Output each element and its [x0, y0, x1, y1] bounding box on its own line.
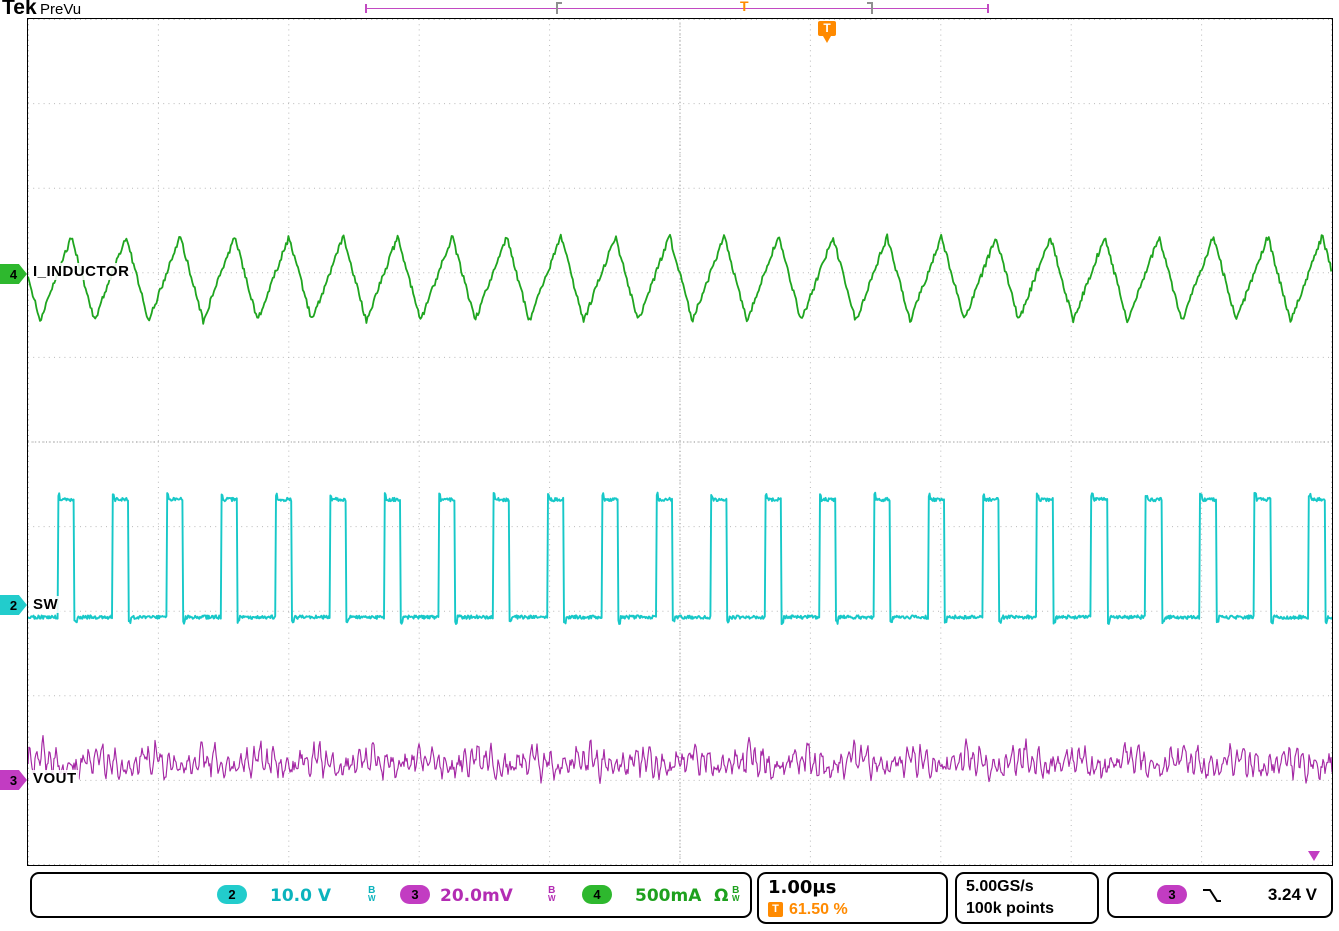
falling-edge-icon — [1201, 886, 1223, 911]
channel-readouts-box: 2 10.0 V B W 3 20.0mV B W 4 500mA Ω B W — [30, 872, 752, 918]
label-sw: SW — [31, 596, 60, 613]
window-right-bracket-foot — [867, 2, 873, 4]
trigger-position-arrow-icon — [823, 36, 831, 43]
channel-4-marker[interactable]: 4 — [0, 264, 27, 284]
timebase-readout: 1.00μs — [768, 877, 836, 898]
label-vout: VOUT — [31, 770, 79, 787]
oscilloscope-screen: Tek PreVu T T 4 2 3 I_INDUCTOR SW VOUT 2… — [0, 0, 1339, 931]
trigger-position-readout: 61.50 % — [789, 901, 848, 919]
acquisition-status: PreVu — [40, 1, 81, 18]
label-i-inductor: I_INDUCTOR — [31, 263, 131, 280]
channel-3-marker[interactable]: 3 — [0, 770, 27, 790]
channel-3-scale[interactable]: 20.0mV — [440, 886, 513, 906]
record-start-tick — [365, 4, 367, 13]
channel-3-bandwidth-icon: B W — [548, 886, 556, 902]
channel-3-badge[interactable]: 3 — [400, 885, 430, 904]
trigger-position-icon: T — [768, 902, 783, 917]
bw-letter-w: W — [732, 895, 740, 902]
record-trigger-marker[interactable]: T — [740, 0, 749, 14]
tek-logo: Tek — [2, 0, 37, 20]
channel-2-badge[interactable]: 2 — [217, 885, 247, 904]
acquisition-readout-box[interactable]: 5.00GS/s 100k points — [955, 872, 1099, 924]
trigger-level-marker-icon[interactable] — [1308, 851, 1320, 861]
horizontal-readout-box[interactable]: 1.00μs T 61.50 % — [757, 872, 948, 924]
graticule — [27, 18, 1333, 866]
channel-4-ohm-symbol: Ω — [714, 886, 728, 906]
channel-2-scale[interactable]: 10.0 V — [270, 886, 331, 906]
bw-letter-w: W — [548, 895, 556, 902]
graticule-grid — [28, 19, 1332, 865]
trigger-readout-box[interactable]: 3 3.24 V — [1107, 872, 1333, 918]
channel-2-marker[interactable]: 2 — [0, 595, 27, 615]
channel-4-bandwidth-icon: B W — [732, 886, 740, 902]
waveform-display — [28, 19, 1332, 865]
channel-2-bandwidth-icon: B W — [368, 886, 376, 902]
trigger-level-readout: 3.24 V — [1268, 885, 1317, 905]
sample-rate-readout: 5.00GS/s — [966, 878, 1034, 896]
bw-letter-w: W — [368, 895, 376, 902]
record-end-tick — [987, 4, 989, 13]
window-left-bracket-foot — [556, 2, 562, 4]
channel-4-scale[interactable]: 500mA — [635, 886, 701, 906]
record-view-line — [365, 8, 989, 9]
trigger-position-flag[interactable]: T — [818, 21, 836, 36]
record-length-readout: 100k points — [966, 900, 1054, 918]
trigger-source-badge[interactable]: 3 — [1157, 885, 1187, 904]
channel-4-badge[interactable]: 4 — [582, 885, 612, 904]
